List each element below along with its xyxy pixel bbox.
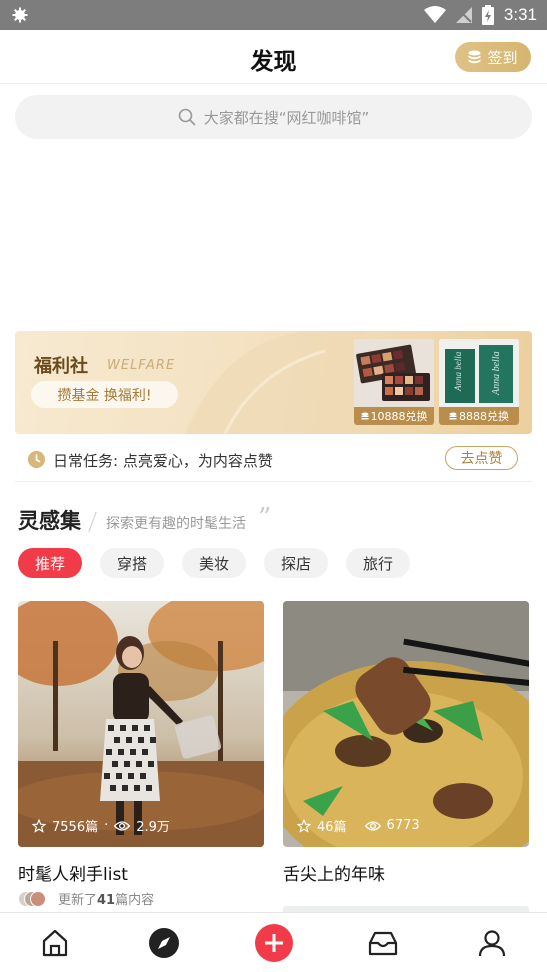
card-image: 46篇 6773 xyxy=(283,601,529,847)
clock-icon xyxy=(28,451,45,468)
settings-icon xyxy=(12,7,28,23)
welfare-slogan: 攒基金 换福利! xyxy=(31,381,178,408)
status-time: 3:31 xyxy=(503,5,537,24)
welfare-title-en: WELFARE xyxy=(107,358,176,373)
product-skincare[interactable]: Anna bella Anna bella 8888兑换 xyxy=(439,339,519,425)
card-update-info: 更新了41篇内容 xyxy=(18,889,264,908)
tab-outfit[interactable]: 穿搭 xyxy=(100,548,164,578)
product-image: Anna bella Anna bella xyxy=(439,339,519,407)
tab-discover[interactable] xyxy=(147,926,181,960)
coin-icon xyxy=(468,50,481,63)
status-bar: 3:31 xyxy=(0,0,547,30)
like-task-button[interactable]: 去点赞 xyxy=(445,446,518,470)
search-bar[interactable]: 大家都在搜“网红咖啡馆” xyxy=(15,95,532,139)
user-icon xyxy=(478,930,506,957)
star-icon xyxy=(32,818,46,833)
eye-icon xyxy=(114,820,131,831)
tab-explore-store[interactable]: 探店 xyxy=(264,548,328,578)
card-like-count: 7556篇 xyxy=(52,820,99,835)
daily-task-text: 日常任务: 点亮爱心，为内容点赞 xyxy=(53,452,273,470)
svg-text:Anna bella: Anna bella xyxy=(491,351,502,396)
star-icon xyxy=(297,818,311,833)
inspiration-header: 灵感集 探索更有趣的时髦生活 ” xyxy=(18,503,271,535)
svg-text:Anna bella: Anna bella xyxy=(453,351,463,392)
section-subtitle: 探索更有趣的时髦生活 xyxy=(106,516,246,532)
welfare-title: 福利社 xyxy=(34,356,88,377)
product-image xyxy=(354,339,434,407)
coin-icon xyxy=(449,412,457,419)
card-image: 7556篇 · 2.9万 xyxy=(18,601,264,847)
product-price: 8888兑换 xyxy=(439,407,519,425)
card-view-count: 2.9万 xyxy=(136,820,170,835)
signin-label: 签到 xyxy=(487,48,518,67)
product-eyeshadow[interactable]: 10888兑换 xyxy=(354,339,434,425)
search-icon xyxy=(178,108,196,126)
card-view-count: 6773 xyxy=(386,818,420,833)
signal-icon xyxy=(455,7,472,23)
quote-mark: ” xyxy=(258,503,272,533)
battery-icon xyxy=(481,5,494,25)
divider xyxy=(88,511,97,533)
tab-travel[interactable]: 旅行 xyxy=(346,548,410,578)
collection-card[interactable]: 46篇 6773 舌尖上的年味 xyxy=(283,601,529,885)
card-title: 舌尖上的年味 xyxy=(283,865,385,885)
avatar xyxy=(30,890,46,907)
wifi-icon xyxy=(423,6,446,23)
tab-messages[interactable] xyxy=(366,926,400,960)
tab-recommend[interactable]: 推荐 xyxy=(18,548,82,578)
tab-home[interactable] xyxy=(38,926,72,960)
bottom-tab-bar xyxy=(0,912,547,972)
coin-icon xyxy=(361,412,368,419)
category-tabs: 推荐 穿搭 美妆 探店 旅行 xyxy=(18,548,410,578)
banner-decoration xyxy=(185,331,365,434)
top-bar: 发现 签到 xyxy=(0,30,547,84)
tab-publish[interactable] xyxy=(254,923,294,963)
add-icon xyxy=(255,924,293,962)
daily-task: 日常任务: 点亮爱心，为内容点赞 去点赞 xyxy=(15,440,532,482)
card-title: 时髦人剁手list xyxy=(18,865,128,885)
card-stats: 46篇 6773 xyxy=(297,816,420,835)
tab-profile[interactable] xyxy=(475,926,509,960)
signin-button[interactable]: 签到 xyxy=(455,42,531,72)
welfare-banner[interactable]: 福利社 WELFARE 攒基金 换福利! 10888兑换 Anna bella … xyxy=(15,331,532,434)
search-placeholder: 大家都在搜“网红咖啡馆” xyxy=(203,108,370,127)
collection-card[interactable]: 7556篇 · 2.9万 时髦人剁手list 更新了41篇内容 xyxy=(18,601,264,908)
inbox-icon xyxy=(368,931,398,956)
card-stats: 7556篇 · 2.9万 xyxy=(32,816,170,835)
section-title: 灵感集 xyxy=(18,509,81,533)
eye-icon xyxy=(364,820,381,831)
avatar-group xyxy=(18,890,50,907)
product-price: 10888兑换 xyxy=(354,407,434,425)
tab-makeup[interactable]: 美妆 xyxy=(182,548,246,578)
home-icon xyxy=(42,929,68,957)
compass-icon xyxy=(149,928,179,958)
card-like-count: 46篇 xyxy=(317,820,347,835)
